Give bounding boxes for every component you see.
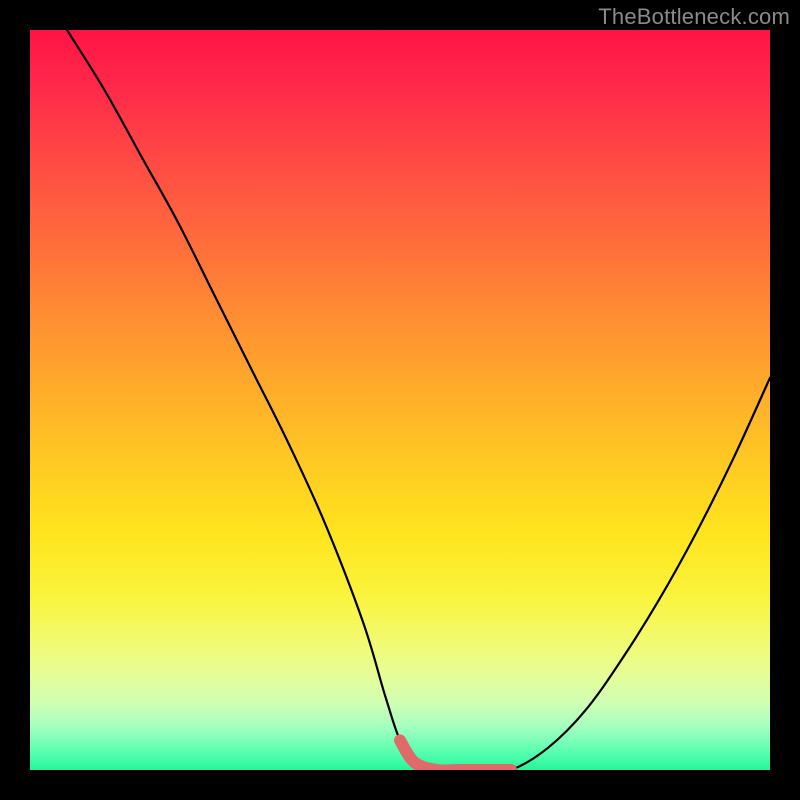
plot-area — [30, 30, 770, 770]
bottleneck-curve-path — [67, 30, 770, 770]
watermark-label: TheBottleneck.com — [598, 4, 790, 30]
chart-frame: TheBottleneck.com — [0, 0, 800, 800]
chart-svg — [30, 30, 770, 770]
bottom-highlight-path — [400, 740, 511, 770]
